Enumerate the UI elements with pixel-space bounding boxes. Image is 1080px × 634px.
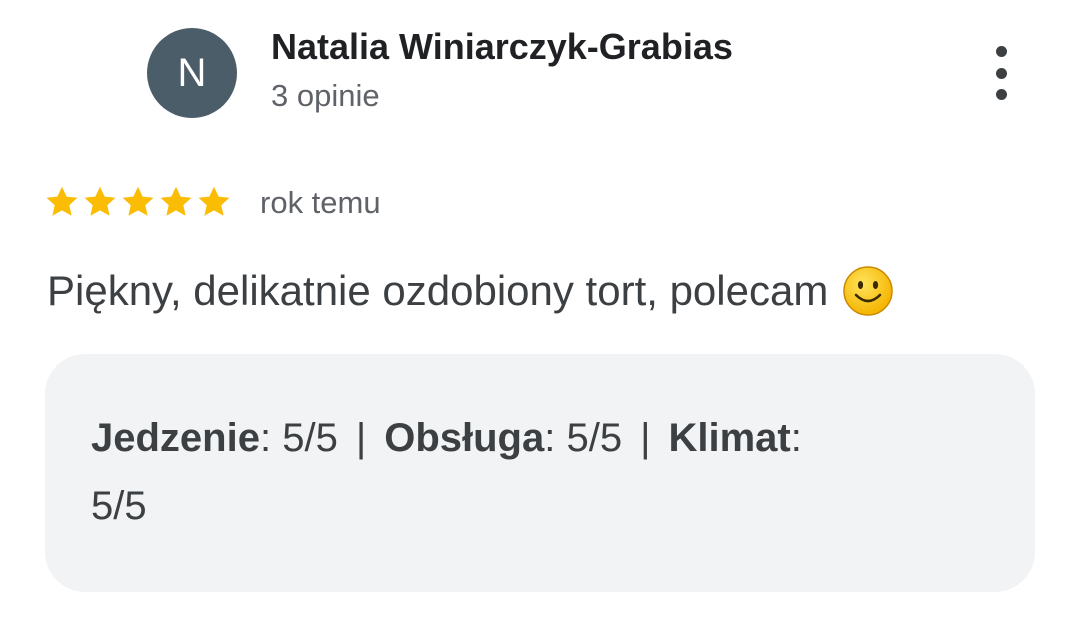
separator: | [640, 416, 651, 460]
star-rating [44, 184, 232, 220]
star-icon [84, 186, 116, 216]
separator: | [355, 416, 367, 460]
review-text: Piękny, delikatnie ozdobiony tort, polec… [47, 265, 894, 317]
review-text-content: Piękny, delikatnie ozdobiony tort, polec… [47, 267, 829, 314]
aspect-ratings-box: Jedzenie: 5/5 | Obsługa: 5/5 | Klimat: 5/5 [45, 354, 1035, 592]
star-icon [160, 186, 192, 216]
aspect-label-food: Jedzenie [91, 416, 260, 460]
more-options-button[interactable] [984, 46, 1018, 100]
aspect-value-food: 5/5 [282, 416, 338, 460]
star-icon [122, 186, 154, 216]
review-time: rok temu [260, 185, 381, 220]
aspect-label-atmosphere: Klimat [668, 416, 791, 460]
aspect-label-service: Obsługa [384, 416, 545, 460]
smiley-icon [843, 266, 894, 316]
dot-icon [995, 46, 1007, 57]
aspect-value-service: 5/5 [566, 416, 623, 460]
dot-icon [995, 67, 1007, 79]
aspect-ratings-text: Jedzenie: 5/5 | Obsługa: 5/5 | Klimat: 5/5 [91, 416, 802, 528]
reviewer-name[interactable]: Natalia Winiarczyk-Grabias [271, 26, 733, 68]
review-count[interactable]: 3 opinie [271, 78, 380, 114]
star-icon [46, 186, 78, 216]
reviewer-avatar[interactable]: N [147, 28, 237, 118]
dot-icon [995, 89, 1007, 100]
avatar-initial: N [177, 50, 207, 95]
aspect-value-atmosphere: 5/5 [91, 484, 147, 528]
star-icon [198, 186, 230, 216]
